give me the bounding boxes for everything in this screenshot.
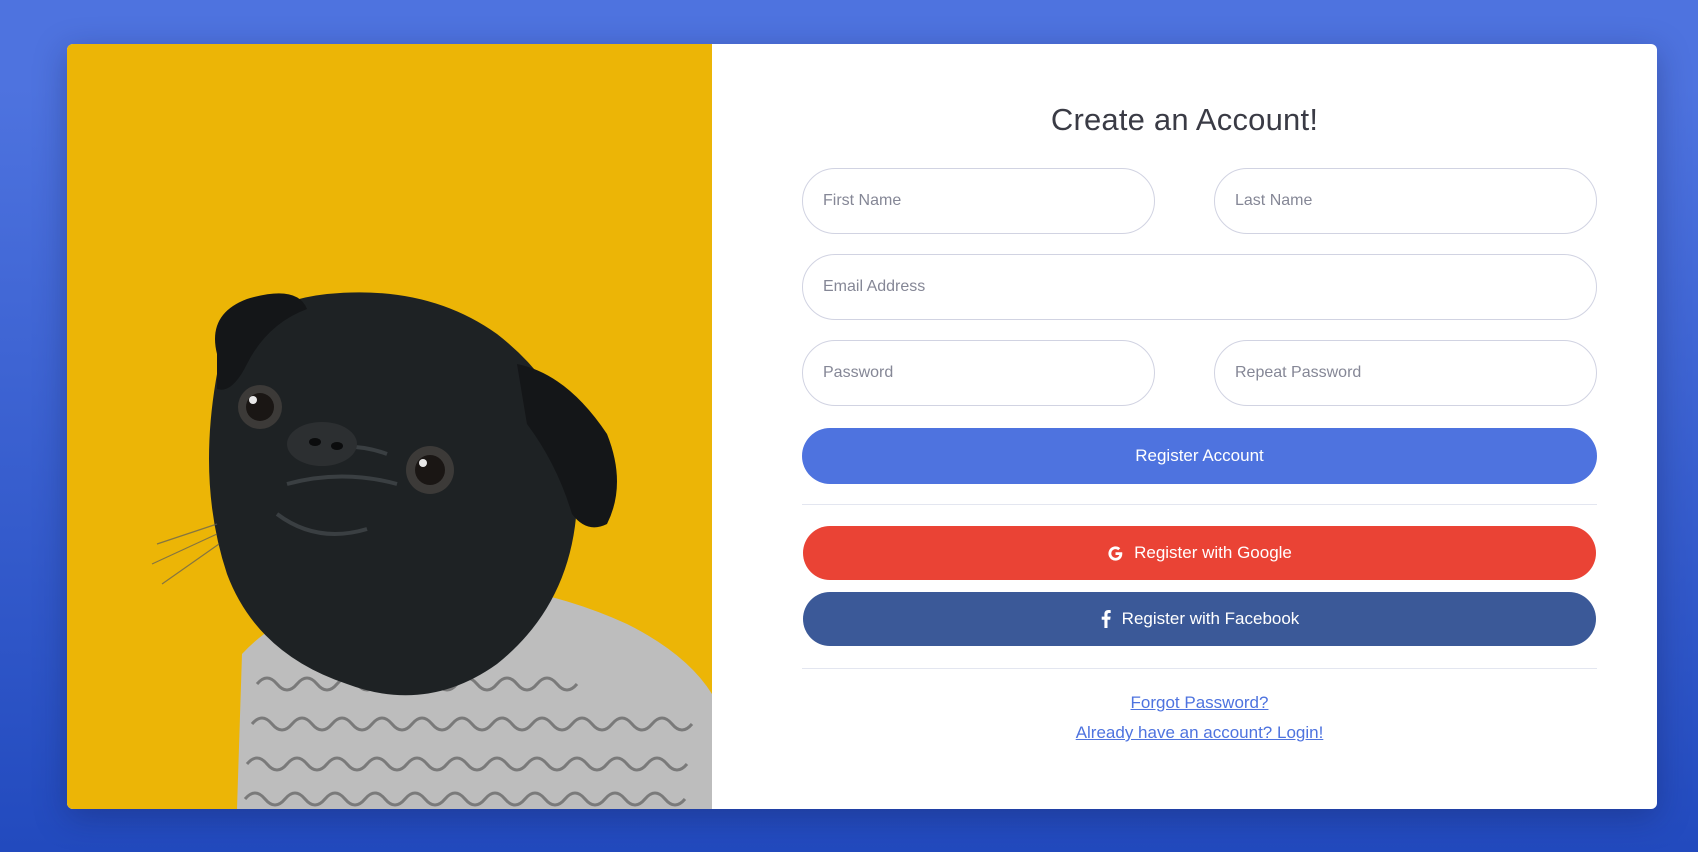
repeat-password-input[interactable]	[1235, 364, 1596, 382]
facebook-icon	[1100, 610, 1112, 628]
divider-bottom	[802, 668, 1597, 669]
pug-image	[67, 44, 712, 809]
first-name-input[interactable]	[823, 192, 1154, 210]
register-google-button[interactable]: Register with Google	[803, 526, 1596, 580]
register-account-button[interactable]: Register Account	[802, 428, 1597, 484]
first-name-field[interactable]	[802, 168, 1155, 234]
google-icon	[1107, 545, 1124, 562]
page-title: Create an Account!	[1050, 102, 1319, 137]
divider-top	[802, 504, 1597, 505]
register-form: Create an Account! Register Account Regi…	[712, 44, 1657, 809]
pug-photo-icon	[151, 292, 712, 809]
password-field[interactable]	[802, 340, 1155, 406]
repeat-password-field[interactable]	[1214, 340, 1597, 406]
login-link[interactable]: Already have an account? Login!	[1076, 723, 1324, 742]
forgot-password-link[interactable]: Forgot Password?	[1131, 693, 1269, 712]
password-input[interactable]	[823, 364, 1154, 382]
email-field[interactable]	[802, 254, 1597, 320]
last-name-input[interactable]	[1235, 192, 1596, 210]
register-facebook-button[interactable]: Register with Facebook	[803, 592, 1596, 646]
login-link-row: Already have an account? Login!	[712, 723, 1657, 743]
forgot-password-link-row: Forgot Password?	[712, 693, 1657, 713]
register-account-label: Register Account	[1135, 446, 1264, 465]
last-name-field[interactable]	[1214, 168, 1597, 234]
register-google-label: Register with Google	[1134, 543, 1292, 562]
register-facebook-label: Register with Facebook	[1121, 609, 1300, 628]
email-input[interactable]	[823, 278, 1596, 296]
register-card: Create an Account! Register Account Regi…	[67, 44, 1657, 809]
